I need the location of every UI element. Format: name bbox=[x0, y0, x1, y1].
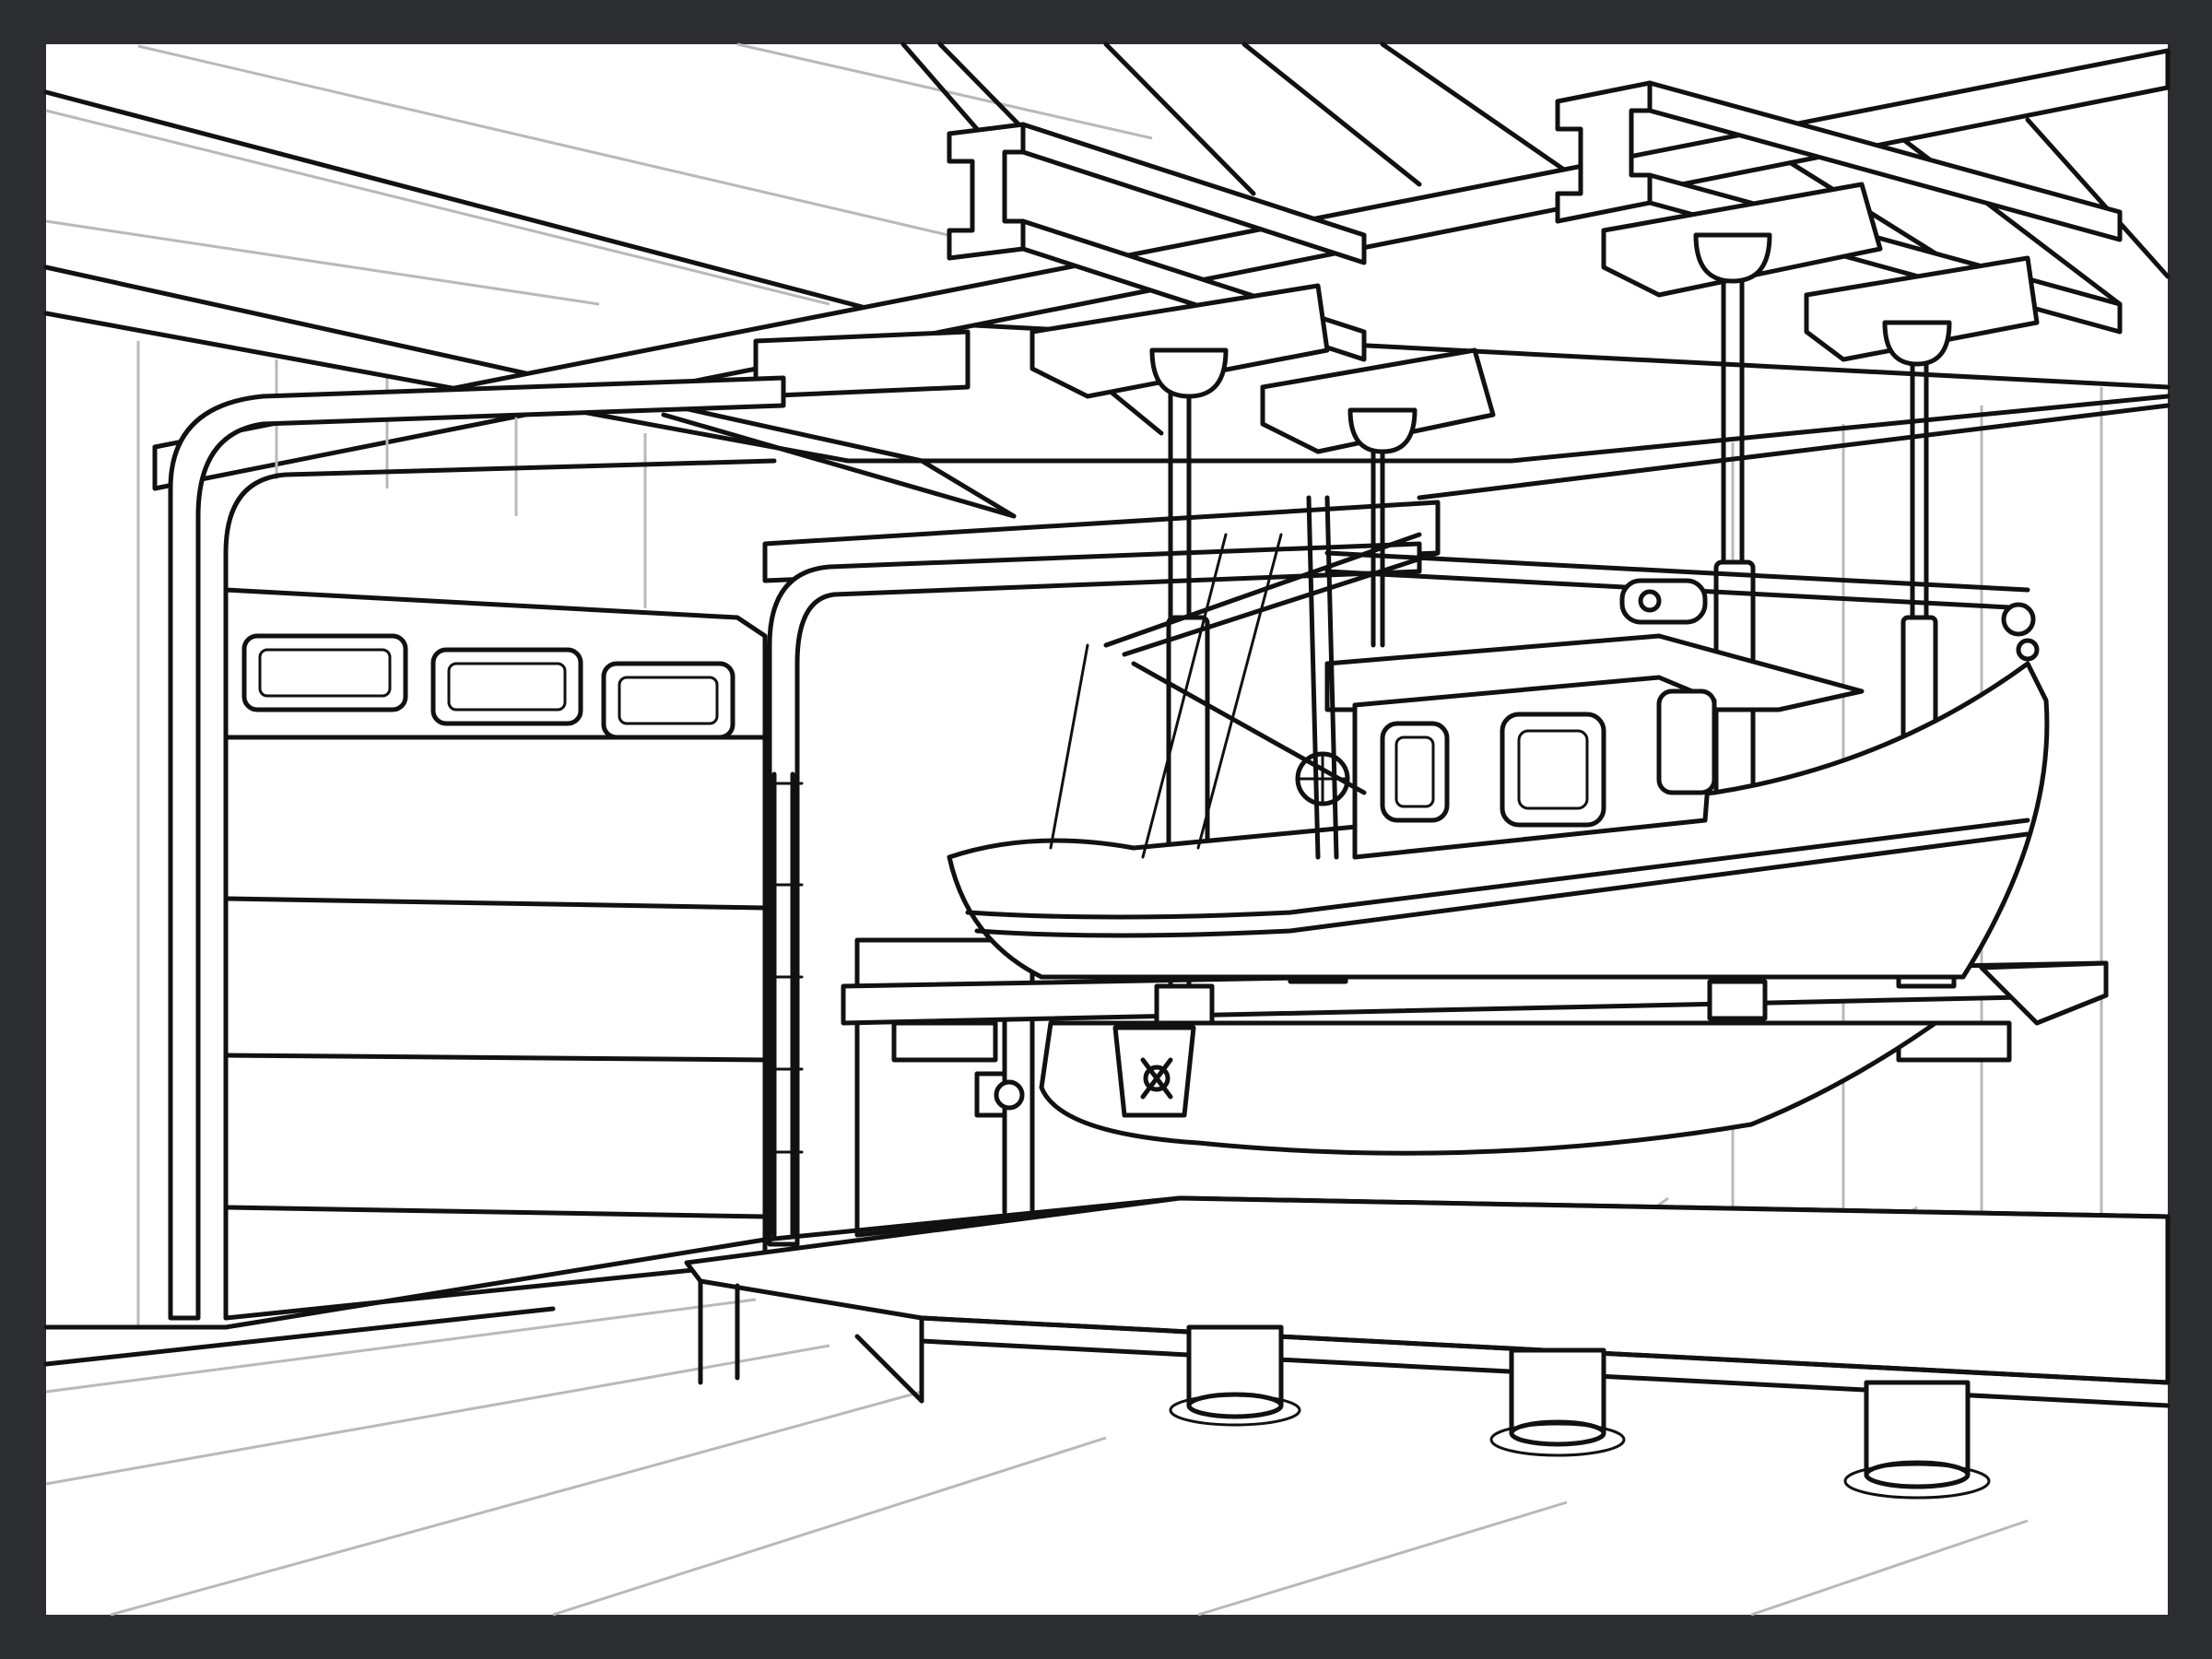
door-window-1 bbox=[241, 633, 408, 712]
pulley-4 bbox=[1882, 320, 1952, 367]
bow-ring bbox=[2001, 602, 2036, 637]
pulley-2 bbox=[1347, 407, 1418, 454]
clamp-2 bbox=[1707, 979, 1768, 1021]
pulley-3 bbox=[1693, 232, 1772, 284]
line-art-canvas bbox=[43, 41, 2171, 1617]
piling-1 bbox=[1169, 1324, 1301, 1427]
pulley-1 bbox=[1149, 347, 1229, 399]
clamp-1 bbox=[1154, 983, 1215, 1026]
cabin-window-3 bbox=[1656, 688, 1717, 795]
boom-roll bbox=[1619, 578, 1708, 625]
door-window-2 bbox=[430, 647, 583, 726]
door-window-3 bbox=[601, 661, 735, 740]
